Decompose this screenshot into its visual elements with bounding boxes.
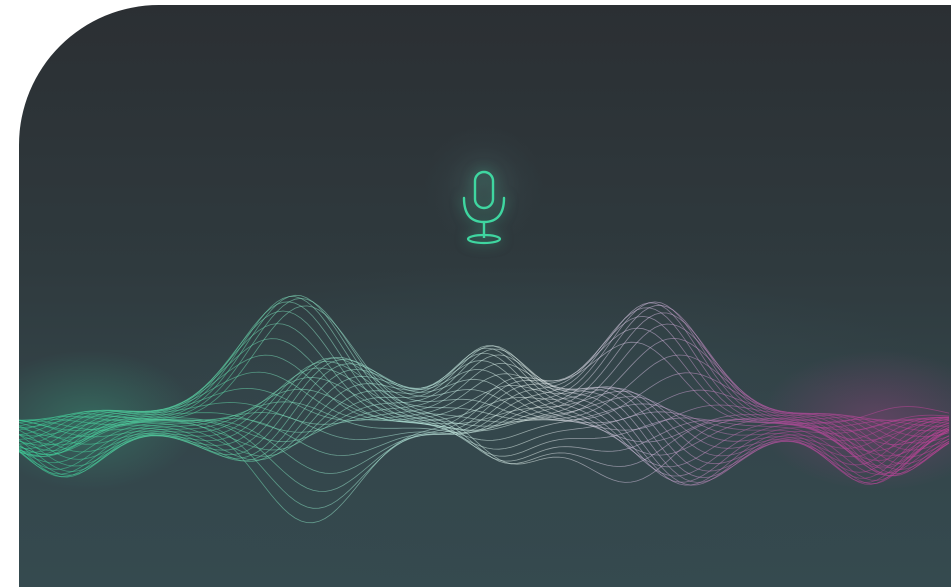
microphone-icon[interactable]	[459, 170, 509, 245]
voice-waveform	[19, 294, 951, 524]
voice-assistant-panel	[19, 5, 951, 587]
